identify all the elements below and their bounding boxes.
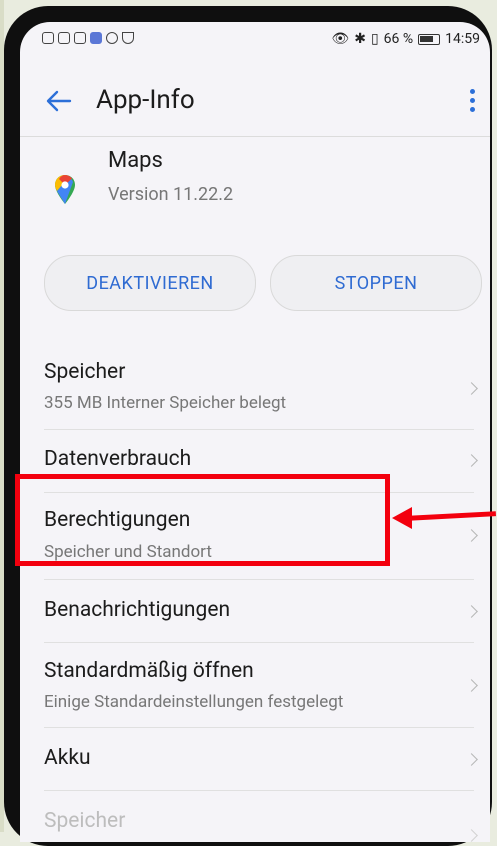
chevron-right-icon bbox=[465, 382, 478, 395]
list-item-title: Speicher bbox=[44, 360, 126, 384]
phone-screen: 👁 ✱ ▯ 66 % 14:59 App-Info Maps Version 1… bbox=[20, 22, 490, 842]
list-item-title: Datenverbrauch bbox=[44, 447, 192, 471]
list-item-title: Standardmäßig öffnen bbox=[44, 659, 254, 683]
chevron-right-icon bbox=[465, 679, 478, 692]
stop-button[interactable]: STOPPEN bbox=[270, 255, 482, 311]
list-item-subtitle: Einige Standardeinstellungen festgelegt bbox=[44, 692, 344, 712]
list-item-title: Speicher bbox=[44, 809, 126, 833]
list-item-subtitle: 355 MB Interner Speicher belegt bbox=[44, 393, 287, 413]
status-bar: 👁 ✱ ▯ 66 % 14:59 bbox=[20, 22, 490, 60]
dot-icon bbox=[469, 97, 475, 103]
deactivate-button[interactable]: DEAKTIVIEREN bbox=[44, 255, 256, 311]
divider bbox=[20, 136, 490, 137]
phone-frame: 👁 ✱ ▯ 66 % 14:59 App-Info Maps Version 1… bbox=[4, 6, 492, 846]
app-version: Version 11.22.2 bbox=[108, 184, 234, 205]
back-button[interactable] bbox=[42, 84, 76, 118]
app-notification-icon bbox=[90, 32, 102, 44]
maps-app-icon bbox=[54, 174, 76, 206]
app-name: Maps bbox=[108, 148, 163, 173]
app-bar: App-Info bbox=[20, 72, 490, 128]
highlight-box bbox=[15, 474, 390, 566]
page-title: App-Info bbox=[96, 85, 195, 115]
system-icons: 👁 ✱ ▯ 66 % 14:59 bbox=[331, 31, 480, 47]
chevron-right-icon bbox=[465, 605, 478, 618]
battery-percent: 66 % bbox=[383, 31, 414, 47]
chevron-right-icon bbox=[465, 753, 478, 766]
clock: 14:59 bbox=[445, 31, 480, 47]
eye-icon: 👁 bbox=[331, 31, 350, 47]
arrow-head-icon bbox=[392, 507, 412, 529]
list-item-notifications[interactable]: Benachrichtigungen bbox=[20, 580, 490, 642]
cast-icon bbox=[74, 32, 86, 44]
list-item-open-by-default[interactable]: Standardmäßig öffnen Einige Standardeins… bbox=[20, 643, 490, 727]
list-item-storage[interactable]: Speicher 355 MB Interner Speicher belegt bbox=[20, 352, 490, 430]
dot-icon bbox=[469, 88, 475, 94]
notification-icon bbox=[42, 32, 54, 44]
chevron-right-icon bbox=[465, 829, 478, 842]
battery-icon bbox=[418, 33, 441, 45]
b-icon bbox=[106, 32, 118, 44]
dot-icon bbox=[469, 106, 475, 112]
bluetooth-icon: ✱ bbox=[354, 31, 366, 47]
list-item-memory[interactable]: Speicher bbox=[20, 791, 490, 842]
back-arrow-icon bbox=[46, 90, 72, 112]
list-item-battery[interactable]: Akku bbox=[20, 728, 490, 790]
list-item-title: Benachrichtigungen bbox=[44, 598, 231, 622]
chevron-right-icon bbox=[465, 454, 478, 467]
vibrate-icon: ▯ bbox=[370, 31, 379, 47]
shield-icon bbox=[122, 32, 134, 44]
more-options-button[interactable] bbox=[462, 82, 482, 118]
chevron-right-icon bbox=[465, 529, 478, 542]
wifi-icon bbox=[58, 32, 70, 44]
notification-icons bbox=[42, 32, 134, 44]
list-item-title: Akku bbox=[44, 746, 91, 770]
